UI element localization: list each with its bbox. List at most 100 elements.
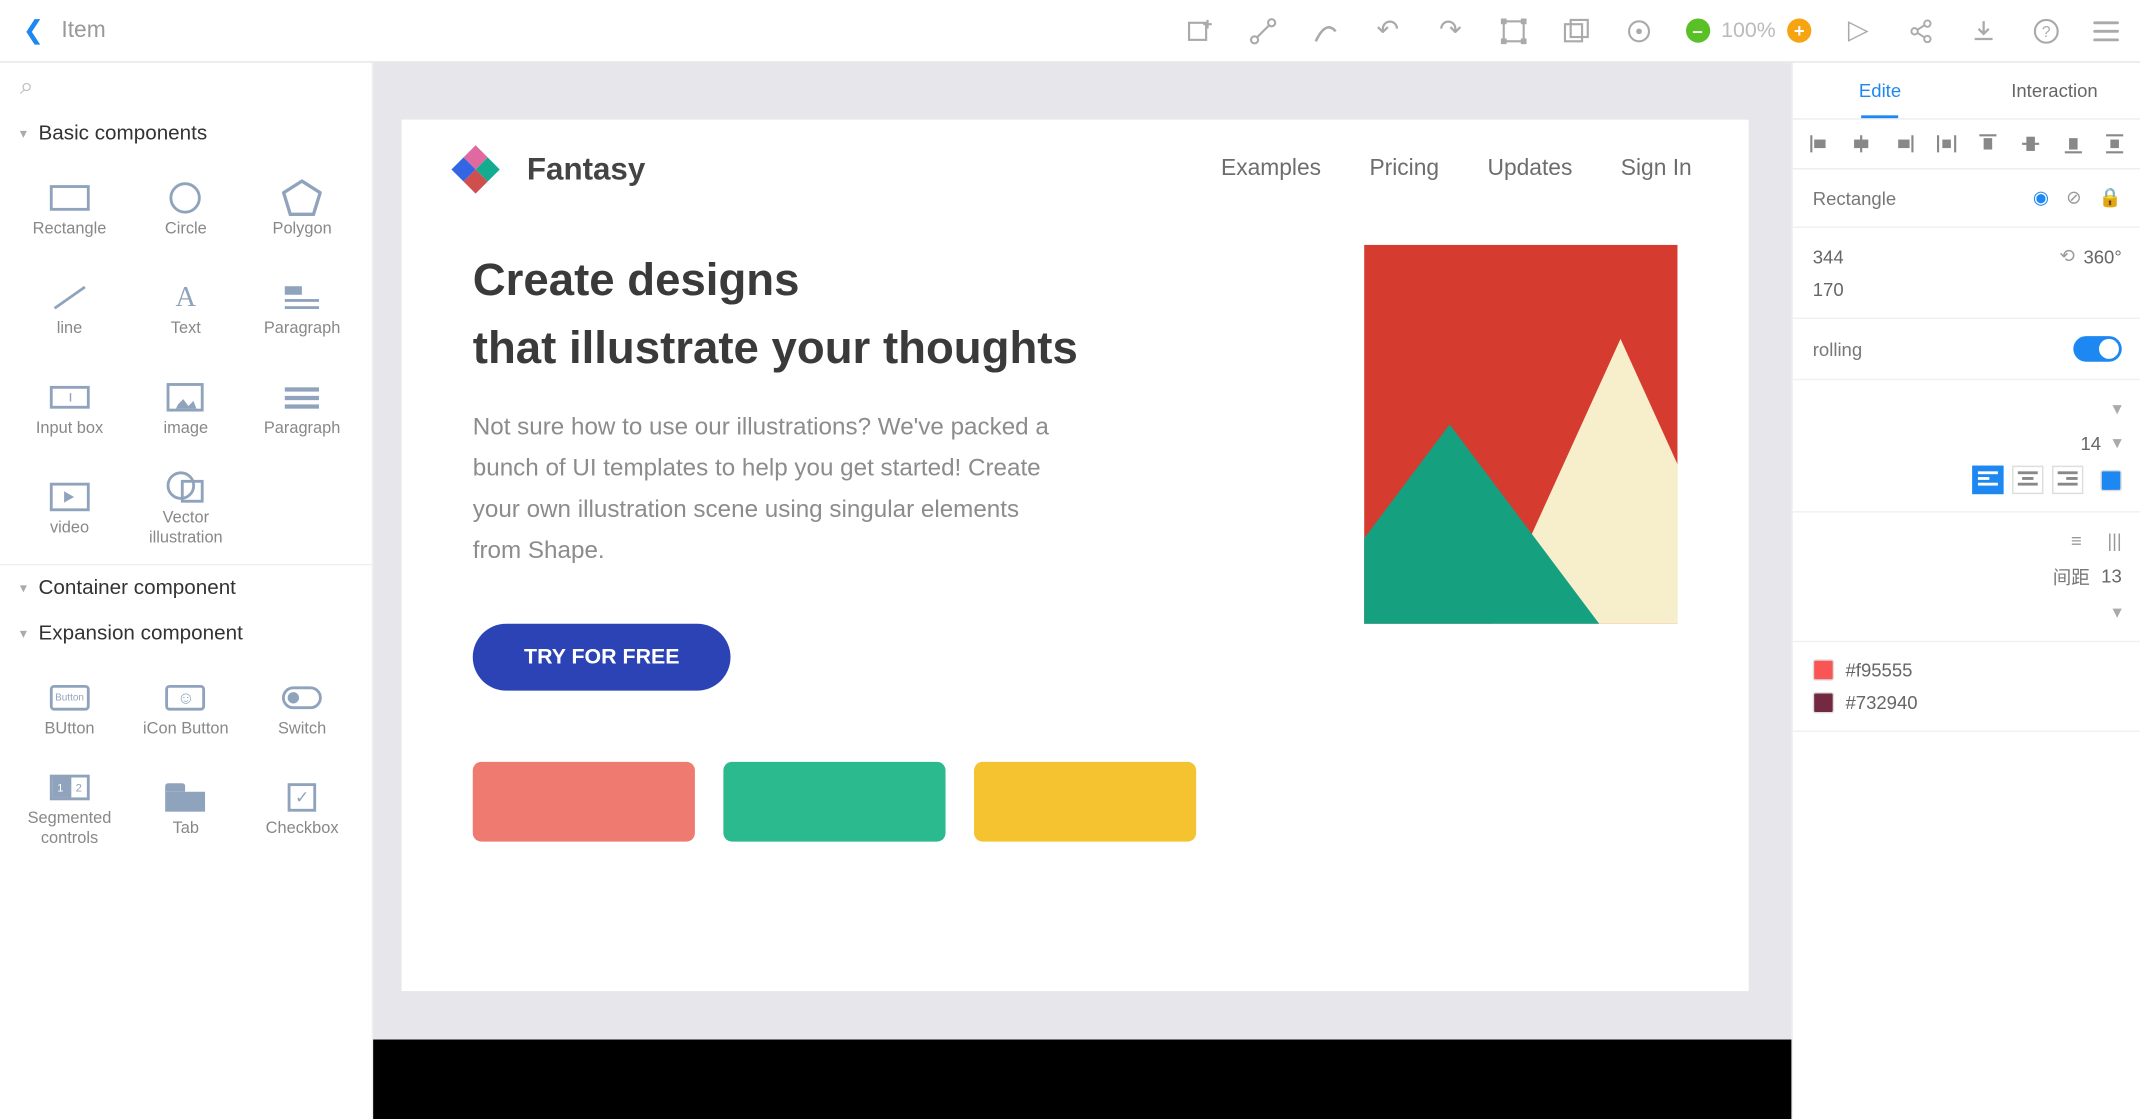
help-icon[interactable]: ? xyxy=(2031,15,2062,46)
target-icon[interactable] xyxy=(1623,15,1654,46)
color-swatch-1[interactable] xyxy=(1813,659,1834,680)
expansion-component-header[interactable]: ▾ Expansion component xyxy=(0,611,372,657)
bottom-strip xyxy=(373,1040,1791,1119)
nav-signin[interactable]: Sign In xyxy=(1621,157,1692,183)
component-circle[interactable]: Circle xyxy=(128,162,244,259)
pen-tool-icon[interactable] xyxy=(1247,15,1278,46)
text-align-left[interactable] xyxy=(1972,466,2003,494)
play-icon[interactable]: ▷ xyxy=(1843,15,1874,46)
image-icon xyxy=(167,383,204,411)
color-hex-2: #732940 xyxy=(1846,692,1918,713)
rolling-label: rolling xyxy=(1813,338,1862,359)
search-icon[interactable]: ⌕ xyxy=(20,73,34,101)
visible-icon[interactable]: ◉ xyxy=(2033,187,2049,210)
video-icon xyxy=(50,483,90,511)
text-align-center[interactable] xyxy=(2012,466,2043,494)
download-icon[interactable] xyxy=(1968,15,1999,46)
rotation-value[interactable]: 360° xyxy=(2083,246,2121,267)
tab-edit[interactable]: Edite xyxy=(1793,63,1967,119)
menu-button[interactable] xyxy=(2093,21,2119,41)
canvas[interactable]: Fantasy Examples Pricing Updates Sign In… xyxy=(373,63,1791,1119)
align-bottom-icon[interactable] xyxy=(2060,131,2086,157)
section-label: Expansion component xyxy=(38,622,242,645)
chevron-down-icon[interactable]: ▾ xyxy=(2112,431,2121,454)
nav-examples[interactable]: Examples xyxy=(1221,157,1321,183)
zoom-in-button[interactable]: + xyxy=(1787,19,1811,43)
polygon-icon xyxy=(282,181,322,215)
component-tab[interactable]: Tab xyxy=(128,762,244,859)
component-rectangle[interactable]: Rectangle xyxy=(11,162,127,259)
line-height-icon[interactable]: ≡ xyxy=(2071,530,2082,551)
redo-icon[interactable]: ↷ xyxy=(1435,15,1466,46)
color-swatch-2[interactable] xyxy=(1813,692,1834,713)
chevron-down-icon[interactable]: ▾ xyxy=(2112,601,2121,624)
bezier-icon[interactable] xyxy=(1310,15,1341,46)
align-hdistribute-icon[interactable] xyxy=(1933,131,1959,157)
swatch-yellow[interactable] xyxy=(974,761,1196,841)
dropdown-chevron[interactable]: ▾ xyxy=(2112,397,2121,420)
height-value[interactable]: 170 xyxy=(1813,279,1844,300)
tab-interaction[interactable]: Interaction xyxy=(1967,63,2140,119)
component-iconbutton[interactable]: iCon Button xyxy=(128,662,244,759)
checkbox-icon: ✓ xyxy=(288,783,316,811)
component-checkbox[interactable]: ✓Checkbox xyxy=(244,762,360,859)
hero-heading-line1: Create designs xyxy=(473,245,1307,313)
button-icon: Button xyxy=(50,685,90,711)
artboard-main[interactable]: Fantasy Examples Pricing Updates Sign In… xyxy=(402,120,1749,991)
text-align-right[interactable] xyxy=(2052,466,2083,494)
undo-icon[interactable]: ↶ xyxy=(1372,15,1403,46)
circle-icon xyxy=(170,182,201,213)
component-switch[interactable]: Switch xyxy=(244,662,360,759)
back-button[interactable]: ❮ xyxy=(23,16,44,46)
font-size-value[interactable]: 14 xyxy=(2080,432,2101,453)
basic-components-header[interactable]: ▾ Basic components xyxy=(0,111,372,157)
component-button[interactable]: ButtonBUtton xyxy=(11,662,127,759)
rectangle-icon xyxy=(50,185,90,211)
component-vector[interactable]: Vector illustration xyxy=(128,461,244,558)
container-component-header[interactable]: ▾ Container component xyxy=(0,564,372,611)
spacing-value[interactable]: 13 xyxy=(2101,565,2122,586)
component-segmented[interactable]: 12Segmented controls xyxy=(11,762,127,859)
swatch-green[interactable] xyxy=(723,761,945,841)
nav-pricing[interactable]: Pricing xyxy=(1369,157,1439,183)
add-artboard-icon[interactable] xyxy=(1184,15,1215,46)
paragraph-icon xyxy=(285,387,319,408)
section-label: Container component xyxy=(38,577,235,600)
align-hcenter-icon[interactable] xyxy=(1849,131,1875,157)
nav-updates[interactable]: Updates xyxy=(1488,157,1573,183)
width-value[interactable]: 344 xyxy=(1813,246,1844,267)
component-paragraph[interactable]: Paragraph xyxy=(244,262,360,359)
text-icon: A xyxy=(176,281,197,314)
hidden-icon[interactable]: ⊘ xyxy=(2066,187,2082,210)
align-vcenter-icon[interactable] xyxy=(2018,131,2044,157)
cta-button[interactable]: TRY FOR FREE xyxy=(473,623,731,690)
hero-body: Not sure how to use our illustrations? W… xyxy=(473,407,1071,572)
align-right-icon[interactable] xyxy=(1891,131,1917,157)
component-text[interactable]: AText xyxy=(128,262,244,359)
group-icon[interactable] xyxy=(1498,15,1529,46)
ungroup-icon[interactable] xyxy=(1560,15,1591,46)
section-label: Basic components xyxy=(38,122,207,145)
component-polygon[interactable]: Polygon xyxy=(244,162,360,259)
color-hex-1: #f95555 xyxy=(1846,659,1913,680)
component-inputbox[interactable]: Input box xyxy=(11,362,127,459)
swatch-red[interactable] xyxy=(473,761,695,841)
align-vdistribute-icon[interactable] xyxy=(2102,131,2128,157)
shape-type-label: Rectangle xyxy=(1813,187,1896,208)
component-paragraph2[interactable]: Paragraph xyxy=(244,362,360,459)
text-color-chip[interactable] xyxy=(2100,469,2121,490)
align-left-icon[interactable] xyxy=(1807,131,1833,157)
letter-spacing-icon[interactable]: ||| xyxy=(2107,530,2121,551)
lock-icon[interactable]: 🔒 xyxy=(2099,187,2122,210)
svg-text:?: ? xyxy=(2042,23,2051,40)
component-video[interactable]: video xyxy=(11,461,127,558)
component-image[interactable]: image xyxy=(128,362,244,459)
rolling-toggle[interactable] xyxy=(2073,336,2121,362)
chevron-down-icon: ▾ xyxy=(20,626,27,642)
icon-button-icon xyxy=(166,685,206,711)
paragraph-icon xyxy=(285,286,319,309)
share-icon[interactable] xyxy=(1905,15,1936,46)
zoom-out-button[interactable]: – xyxy=(1685,19,1709,43)
component-line[interactable]: line xyxy=(11,262,127,359)
align-top-icon[interactable] xyxy=(1976,131,2002,157)
